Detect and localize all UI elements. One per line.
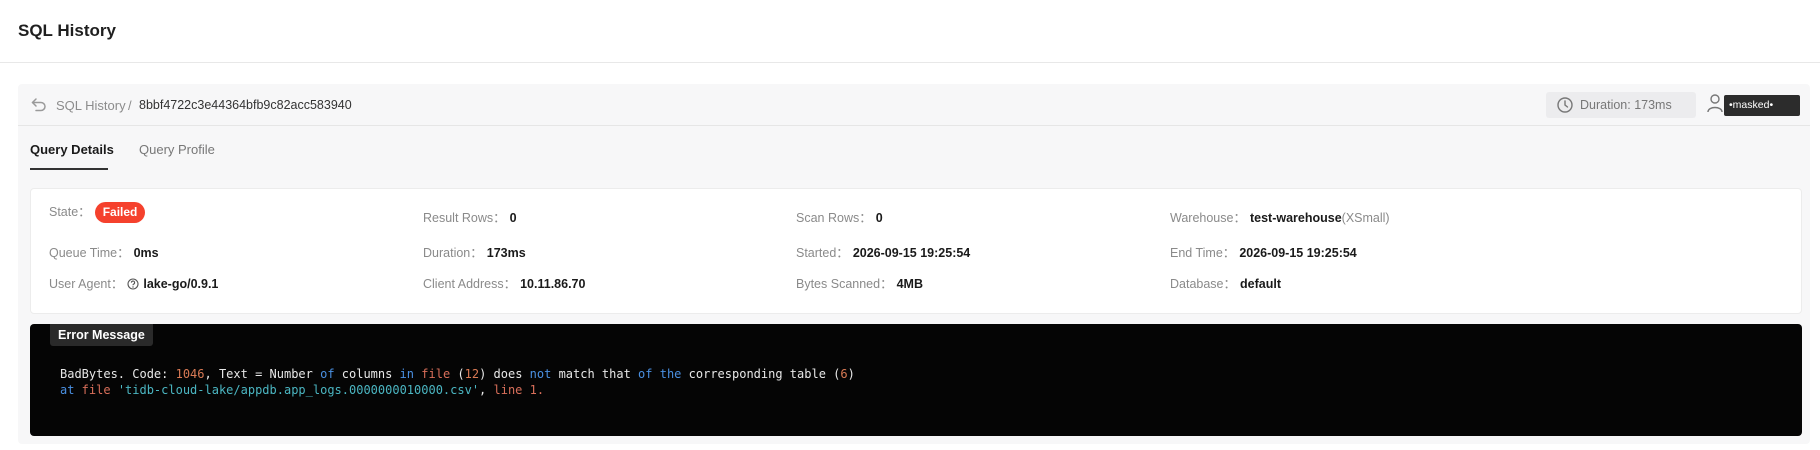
breadcrumb-bar: SQL History / 8bbf4722c3e44364bfb9c82acc… [18,84,1810,126]
tab-query-details[interactable]: Query Details [30,142,114,157]
err-text: ( [450,367,465,381]
query-id: 8bbf4722c3e44364bfb9c82acc583940 [139,98,352,112]
err-file-path: 'tidb-cloud-lake/appdb.app_logs.00000000… [117,383,480,397]
user-name: •masked• [1724,95,1800,116]
clock-icon [1557,97,1573,113]
active-tab-indicator [30,168,108,170]
err-text: BadBytes. Code: [60,367,176,381]
field-client-address: Client Address： 10.11.86.70 [423,273,585,292]
field-duration: Duration： 173ms [423,242,526,261]
tab-query-profile[interactable]: Query Profile [139,142,215,157]
queue-time-label: Queue Time： [49,246,130,260]
error-line-1: BadBytes. Code: 1046, Text = Number of c… [60,367,855,381]
err-text: , Text = Number [204,367,321,381]
database-label: Database： [1170,277,1237,291]
err-text [653,367,660,381]
err-keyword: file [421,367,451,381]
field-warehouse: Warehouse： test-warehouse(XSmall) [1170,207,1390,226]
warehouse-value: test-warehouse [1249,211,1342,225]
error-message-text: BadBytes. Code: 1046, Text = Number of c… [60,366,855,398]
end-time-value: 2026-09-15 19:25:54 [1239,246,1357,260]
page-header: SQL History [0,0,1820,63]
err-text: match that [551,367,639,381]
err-keyword: not [529,367,552,381]
queue-time-value: 0ms [133,246,159,260]
client-address-value: 10.11.86.70 [520,277,586,291]
breadcrumb-parent-link[interactable]: SQL History [56,98,126,113]
scan-rows-label: Scan Rows： [796,211,872,225]
user-agent-value: lake-go/0.9.1 [143,277,219,291]
warehouse-size: (XSmall) [1341,211,1390,225]
database-value: default [1240,277,1281,291]
field-database: Database： default [1170,273,1281,292]
err-keyword: at [60,383,75,397]
duration-value: 173ms [486,246,526,260]
user-agent-label: User Agent： [49,277,124,291]
query-detail-panel: SQL History / 8bbf4722c3e44364bfb9c82acc… [18,84,1810,444]
field-started: Started： 2026-09-15 19:25:54 [796,242,970,261]
field-state: State： Failed [49,201,146,224]
err-text: , [479,383,494,397]
result-rows-value: 0 [509,211,517,225]
started-value: 2026-09-15 19:25:54 [852,246,971,260]
duration-text: Duration: 173ms [1580,98,1672,112]
duration-badge: Duration: 173ms [1546,92,1696,118]
started-label: Started： [796,246,849,260]
status-badge: Failed [94,202,146,224]
err-text: corresponding table ( [681,367,841,381]
err-keyword: of [320,367,335,381]
error-message-title: Error Message [50,324,153,346]
client-address-label: Client Address： [423,277,517,291]
error-message-box: Error Message BadBytes. Code: 1046, Text… [30,324,1802,436]
err-number: 6 [840,367,848,381]
duration-label: Duration： [423,246,483,260]
end-time-label: End Time： [1170,246,1236,260]
err-number: 12 [464,367,480,381]
err-keyword: file [74,383,118,397]
err-line-number: line 1. [493,383,545,397]
err-text: ) does [479,367,530,381]
warehouse-label: Warehouse： [1170,211,1246,225]
err-keyword: the [659,367,682,381]
result-rows-label: Result Rows： [423,211,506,225]
back-arrow-icon[interactable] [30,95,48,113]
scan-rows-value: 0 [875,211,883,225]
question-icon[interactable] [127,278,139,290]
user-icon [1707,94,1723,113]
field-user-agent: User Agent： lake-go/0.9.1 [49,273,218,292]
bytes-scanned-label: Bytes Scanned： [796,277,893,291]
field-queue-time: Queue Time： 0ms [49,242,159,261]
tab-bar: Query Details Query Profile [18,127,1810,171]
query-details-card: State： Failed Result Rows： 0 Scan Rows： 0 W… [30,188,1802,314]
breadcrumb-separator: / [128,98,132,113]
err-keyword: in [399,367,415,381]
field-end-time: End Time： 2026-09-15 19:25:54 [1170,242,1357,261]
page-title: SQL History [18,21,116,40]
error-line-2: at file 'tidb-cloud-lake/appdb.app_logs.… [60,383,544,397]
field-scan-rows: Scan Rows： 0 [796,207,883,226]
err-keyword: of [638,367,653,381]
err-text: ) [847,367,855,381]
field-bytes-scanned: Bytes Scanned： 4MB [796,273,923,292]
state-label: State： [49,205,91,219]
err-text: columns [334,367,400,381]
err-code: 1046 [175,367,205,381]
bytes-scanned-value: 4MB [896,277,923,291]
field-result-rows: Result Rows： 0 [423,207,517,226]
